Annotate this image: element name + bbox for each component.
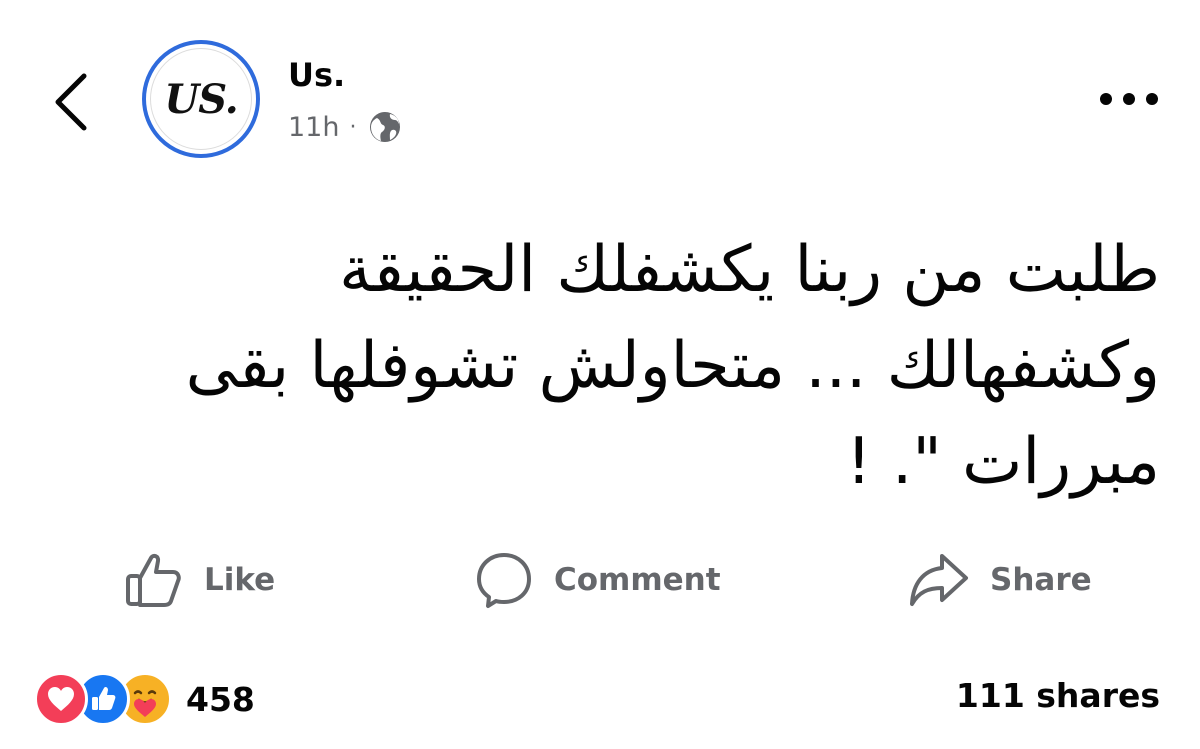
back-button[interactable] — [46, 68, 96, 136]
meta-separator: · — [349, 114, 357, 140]
more-options-button[interactable] — [1096, 84, 1162, 114]
reaction-summary[interactable]: 458 — [34, 670, 255, 728]
more-horizontal-icon — [1100, 93, 1158, 105]
post-text-line: طلبت من ربنا يكشفلك الحقيقة — [339, 233, 1160, 307]
reaction-count: 458 — [186, 679, 255, 719]
post-text: طلبت من ربنا يكشفلك الحقيقة وكشفهالك ...… — [60, 222, 1160, 510]
share-label: Share — [990, 562, 1092, 598]
love-reaction-icon — [34, 672, 88, 726]
post-meta: 11h · — [288, 110, 402, 144]
comment-label: Comment — [554, 562, 721, 598]
globe-icon — [368, 110, 402, 144]
comment-bubble-icon — [477, 553, 531, 608]
avatar-logo-text: US. — [164, 75, 238, 123]
shares-count[interactable]: 111 shares — [956, 676, 1160, 715]
like-label: Like — [204, 562, 276, 598]
comment-button[interactable]: Comment — [474, 548, 721, 612]
share-arrow-icon — [910, 554, 968, 606]
post-text-line: مبررات ". ! — [846, 425, 1160, 499]
share-button[interactable]: Share — [908, 548, 1092, 612]
avatar[interactable]: US. — [142, 40, 260, 158]
post-text-line: وكشفهالك ... متحاولش تشوفلها بقى — [185, 329, 1160, 403]
post-time[interactable]: 11h — [288, 112, 339, 143]
like-button[interactable]: Like — [124, 548, 275, 612]
chevron-left-icon — [55, 73, 87, 131]
author-name[interactable]: Us. — [288, 56, 345, 94]
thumbs-up-icon — [126, 553, 181, 607]
avatar-inner: US. — [150, 48, 252, 150]
